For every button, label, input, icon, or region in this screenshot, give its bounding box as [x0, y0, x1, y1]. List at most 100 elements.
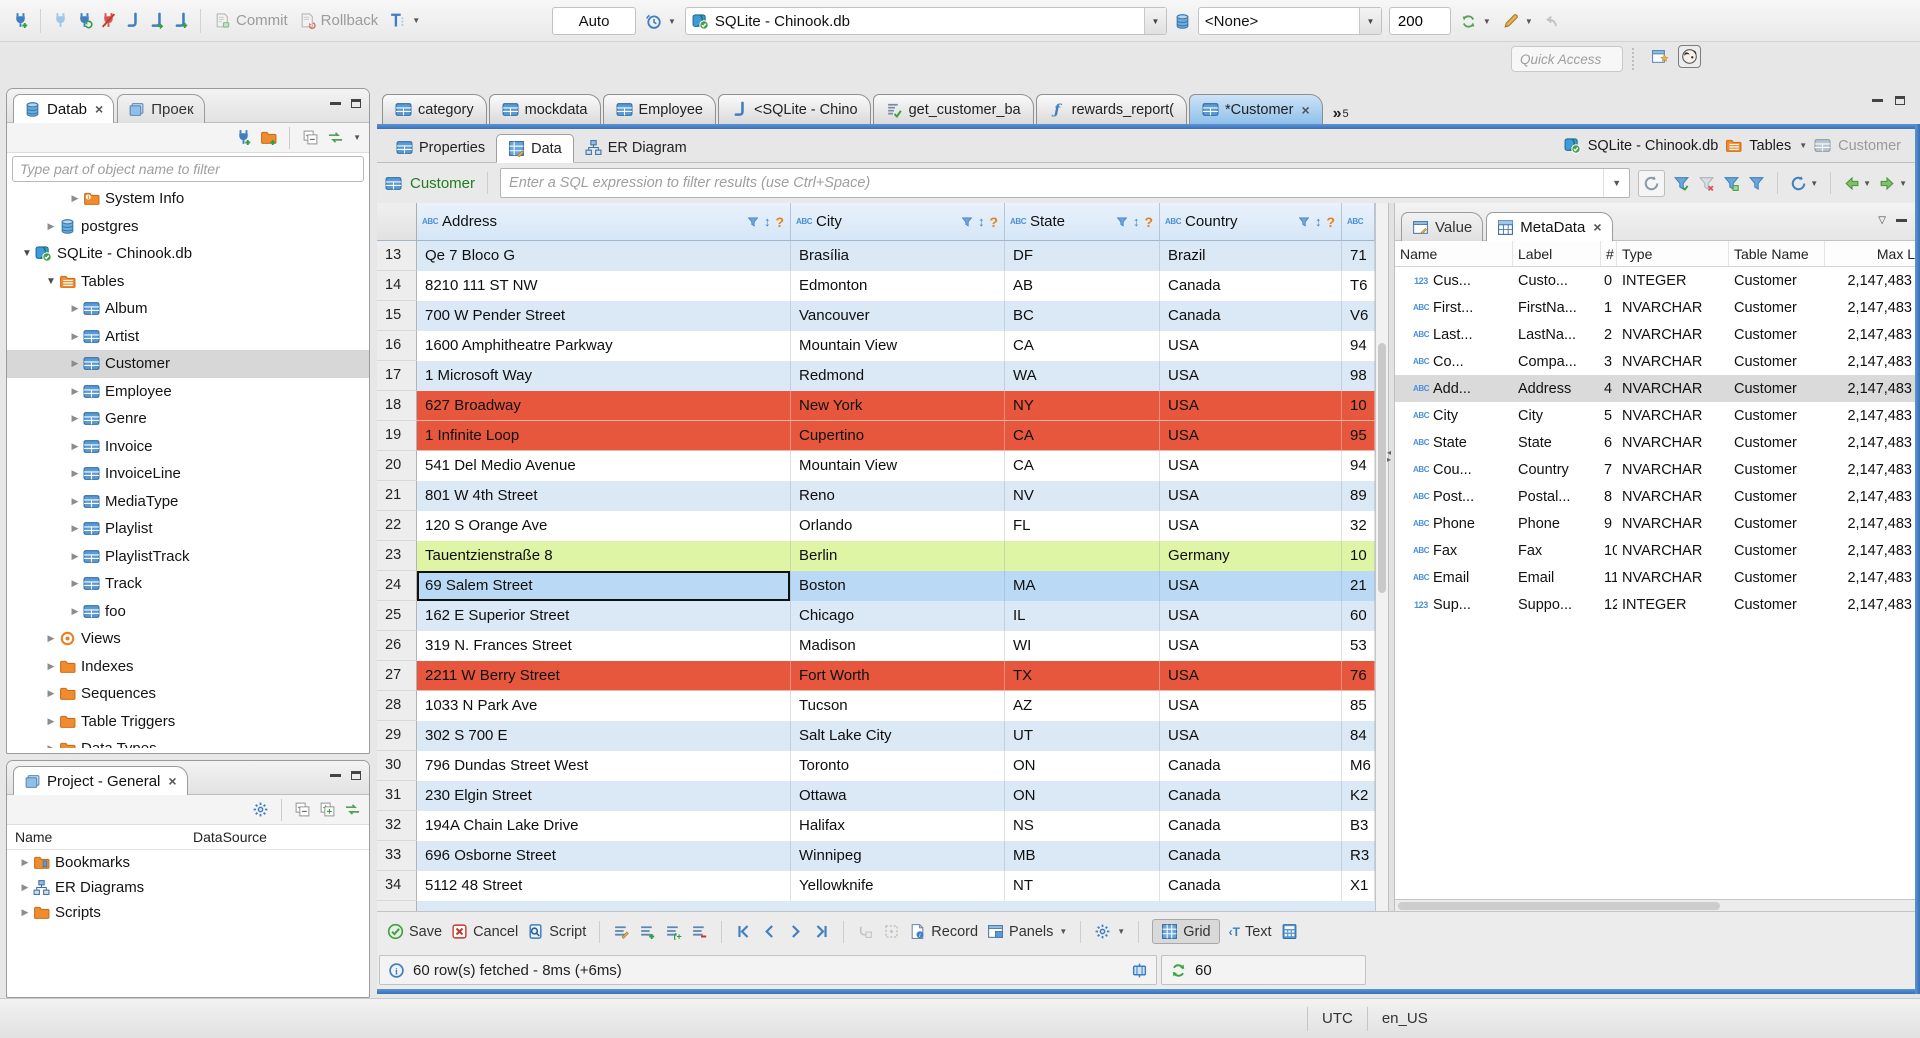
- cell-state[interactable]: FL: [1005, 511, 1160, 541]
- cell-country[interactable]: USA: [1160, 631, 1342, 661]
- row-number[interactable]: 17: [377, 361, 417, 391]
- cell-state[interactable]: AZ: [1005, 691, 1160, 721]
- cell-address[interactable]: 1600 Amphitheatre Parkway: [417, 331, 791, 361]
- metadata-row[interactable]: ABC Cou... Country 7 NVARCHAR Customer 2,147,4…: [1395, 456, 1915, 483]
- cell-city[interactable]: Winnipeg: [791, 841, 1005, 871]
- cell-city[interactable]: New York: [791, 391, 1005, 421]
- cell-country[interactable]: Canada: [1160, 781, 1342, 811]
- metadata-row[interactable]: ABC Phone Phone 9 NVARCHAR Customer 2,147,483: [1395, 510, 1915, 537]
- save-filter-icon[interactable]: [1723, 175, 1740, 192]
- maximize-icon[interactable]: [351, 99, 361, 108]
- cell-postal[interactable]: 98: [1342, 361, 1375, 391]
- chevron-right-icon[interactable]: ▶: [67, 358, 83, 369]
- filter-expression-input[interactable]: [501, 169, 1604, 197]
- metadata-row[interactable]: ABC Co... Compa... 3 NVARCHAR Customer 2,147,4…: [1395, 348, 1915, 375]
- tree-item-sequences[interactable]: ▶ Sequences: [7, 680, 369, 708]
- column-header-type[interactable]: Type: [1617, 241, 1729, 266]
- close-icon[interactable]: ×: [168, 773, 176, 789]
- tree-item-postgres[interactable]: ▶ postgres: [7, 213, 369, 241]
- tab-data[interactable]: Data: [496, 134, 574, 163]
- cell-country[interactable]: Canada: [1160, 751, 1342, 781]
- cell-state[interactable]: UT: [1005, 721, 1160, 751]
- cell-address[interactable]: 8210 111 ST NW: [417, 271, 791, 301]
- cell-country[interactable]: USA: [1160, 391, 1342, 421]
- duplicate-row-icon[interactable]: (+): [665, 923, 682, 940]
- table-row[interactable]: 28 1033 N Park Ave Tucson AZ USA 85: [377, 691, 1388, 721]
- cell-address[interactable]: 120 S Orange Ave: [417, 511, 791, 541]
- metadata-row[interactable]: ABC Fax Fax 10 NVARCHAR Customer 2,147,483: [1395, 537, 1915, 564]
- sql-editor-icon[interactable]: [124, 12, 141, 29]
- board-icon[interactable]: [1131, 962, 1148, 979]
- row-number[interactable]: 29: [377, 721, 417, 751]
- sort-arrows-icon[interactable]: ↕: [1315, 214, 1322, 229]
- connect-icon[interactable]: [52, 12, 69, 29]
- reconnect-icon[interactable]: [76, 12, 93, 29]
- previous-page-button[interactable]: ▼: [1843, 175, 1871, 192]
- editor-tab-mockdata[interactable]: mockdata: [488, 94, 601, 124]
- cell-address[interactable]: 302 S 700 E: [417, 721, 791, 751]
- row-number[interactable]: 34: [377, 871, 417, 901]
- chevron-right-icon[interactable]: ▶: [67, 441, 83, 452]
- chevron-down-icon[interactable]: ▽: [1878, 215, 1886, 226]
- filter-history-dropdown[interactable]: ▼: [1603, 169, 1629, 197]
- cell-city[interactable]: Salt Lake City: [791, 721, 1005, 751]
- new-connection-icon[interactable]: [12, 12, 29, 29]
- tab-projects[interactable]: Проек: [117, 94, 205, 123]
- back-arrow-icon[interactable]: [1542, 13, 1559, 30]
- cell-postal[interactable]: B3: [1342, 811, 1375, 841]
- tab-database-navigator[interactable]: Datab ×: [13, 94, 115, 123]
- chevron-right-icon[interactable]: ▶: [17, 907, 33, 918]
- new-connection-icon[interactable]: [235, 129, 252, 146]
- row-number[interactable]: 18: [377, 391, 417, 421]
- table-row[interactable]: 30 796 Dundas Street West Toronto ON Canada M…: [377, 751, 1388, 781]
- cell-city[interactable]: Vancouver: [791, 301, 1005, 331]
- cell-address[interactable]: 162 E Superior Street: [417, 601, 791, 631]
- table-row[interactable]: 14 8210 111 ST NW Edmonton AB Canada T6: [377, 271, 1388, 301]
- column-header-partial[interactable]: ABC: [1342, 203, 1375, 241]
- cell-country[interactable]: USA: [1160, 721, 1342, 751]
- cell-city[interactable]: Halifax: [791, 811, 1005, 841]
- script-button[interactable]: Script: [527, 923, 586, 940]
- chevron-right-icon[interactable]: ▶: [67, 551, 83, 562]
- maximize-icon[interactable]: [351, 771, 361, 780]
- tree-item-foo[interactable]: ▶ foo: [7, 598, 369, 626]
- apply-filter-icon[interactable]: [1673, 175, 1690, 192]
- chevron-right-icon[interactable]: ▶: [17, 857, 33, 868]
- tree-item-track[interactable]: ▶ Track: [7, 570, 369, 598]
- cell-state[interactable]: ON: [1005, 751, 1160, 781]
- grid-view-button[interactable]: Grid: [1152, 919, 1220, 944]
- project-item-bookmarks[interactable]: ▶ Bookmarks: [7, 850, 369, 875]
- context-connection[interactable]: SQLite - Chinook.db: [1588, 138, 1719, 154]
- metadata-row[interactable]: ABC Last... LastNa... 2 NVARCHAR Customer 2,14…: [1395, 321, 1915, 348]
- cell-address[interactable]: 627 Broadway: [417, 391, 791, 421]
- remove-filter-icon[interactable]: [1698, 175, 1715, 192]
- metadata-row[interactable]: 123 Sup... Suppo... 12 INTEGER Customer 2,147,…: [1395, 591, 1915, 618]
- cell-city[interactable]: Toronto: [791, 751, 1005, 781]
- row-number[interactable]: 23: [377, 541, 417, 571]
- quick-access-input[interactable]: [1511, 46, 1623, 72]
- cell-city[interactable]: Edmonton: [791, 271, 1005, 301]
- row-number[interactable]: 24: [377, 571, 417, 601]
- editor-tab-category[interactable]: category: [382, 94, 487, 124]
- cell-address[interactable]: 1033 N Park Ave: [417, 691, 791, 721]
- tab-metadata[interactable]: MetaData ×: [1486, 212, 1613, 241]
- tree-item-album[interactable]: ▶ Album: [7, 295, 369, 323]
- row-number[interactable]: 22: [377, 511, 417, 541]
- text-view-button[interactable]: ‹T Text: [1229, 924, 1272, 940]
- cell-country[interactable]: USA: [1160, 481, 1342, 511]
- cell-state[interactable]: NS: [1005, 811, 1160, 841]
- chevron-right-icon[interactable]: ▶: [67, 468, 83, 479]
- cell-postal[interactable]: T6: [1342, 271, 1375, 301]
- transaction-log-button[interactable]: ▼: [387, 10, 422, 31]
- row-number[interactable]: 26: [377, 631, 417, 661]
- cell-state[interactable]: MB: [1005, 841, 1160, 871]
- table-row[interactable]: 17 1 Microsoft Way Redmond WA USA 98: [377, 361, 1388, 391]
- column-header-state[interactable]: ABC State ↕?: [1005, 203, 1160, 241]
- cell-city[interactable]: Reno: [791, 481, 1005, 511]
- new-folder-icon[interactable]: [260, 129, 277, 146]
- table-row[interactable]: 23 Tauentzienstraße 8 Berlin Germany 10: [377, 541, 1388, 571]
- history-button[interactable]: ▼: [643, 11, 678, 32]
- tab-properties[interactable]: Properties: [385, 133, 496, 162]
- column-header-table-name[interactable]: Table Name: [1729, 241, 1825, 266]
- cell-postal[interactable]: 94: [1342, 451, 1375, 481]
